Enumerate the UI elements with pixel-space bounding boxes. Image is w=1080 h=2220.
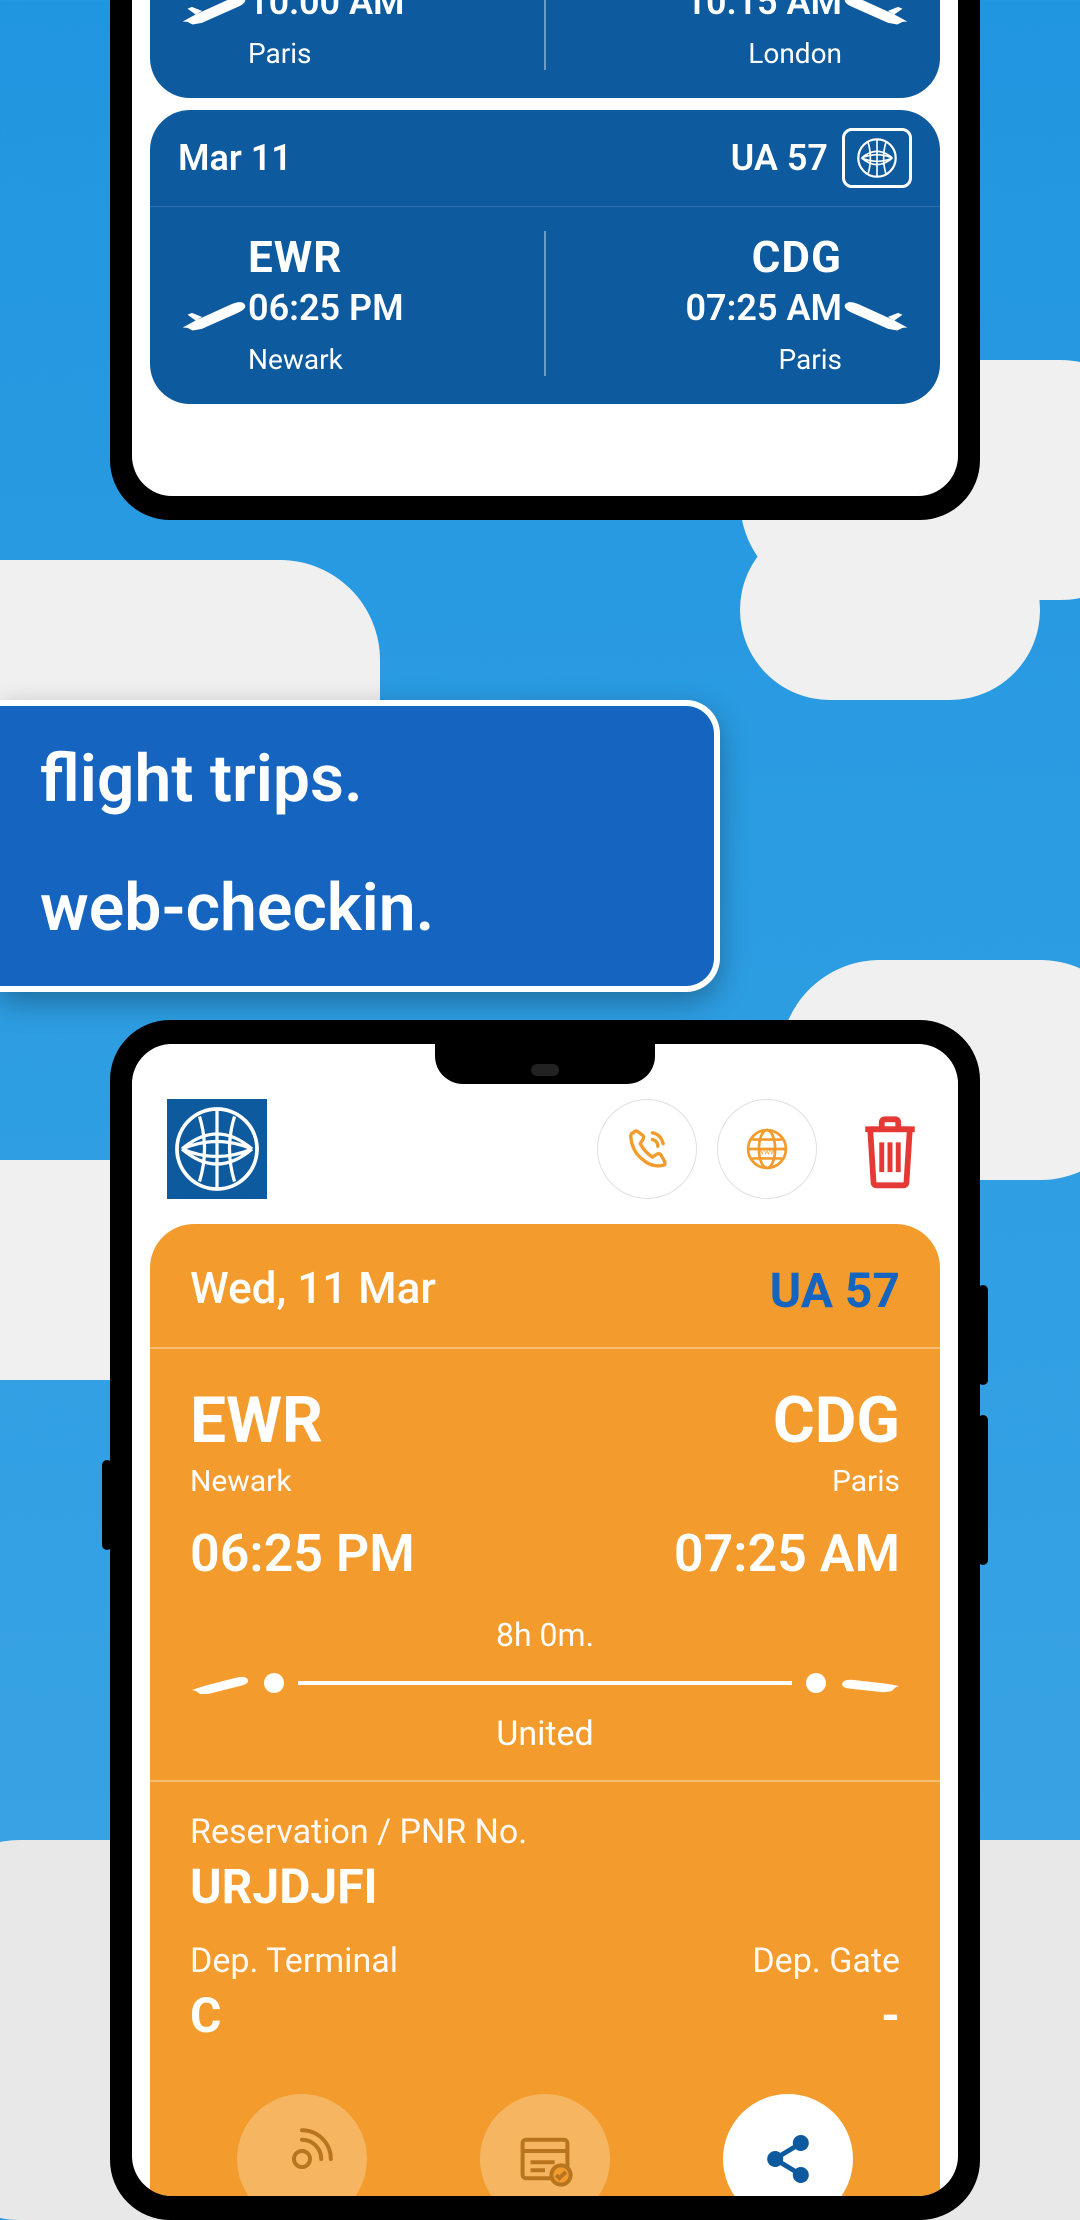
arrival-time: 07:25 AM xyxy=(685,287,842,329)
svg-text:www: www xyxy=(758,1146,776,1156)
call-button[interactable] xyxy=(597,1099,697,1199)
plane-landing-icon xyxy=(842,294,912,334)
flight-date: Mar 11 xyxy=(178,137,292,179)
dep-gate-label: Dep. Gate xyxy=(545,1941,900,1981)
flight-progress-track xyxy=(190,1666,900,1700)
phone-mockup-flights-list: Mar 03 U2 2432 easyJet CDG 10:00 AM Pari… xyxy=(110,0,980,520)
arrival-city: Paris xyxy=(779,343,843,376)
dep-terminal-value: C xyxy=(190,1987,545,2044)
flight-duration: 8h 0m. xyxy=(190,1616,900,1654)
divider xyxy=(544,0,546,70)
departure-time: 06:25 PM xyxy=(248,287,404,329)
share-button[interactable] xyxy=(723,2094,853,2196)
dep-gate-value: - xyxy=(545,1987,900,2044)
plane-takeoff-icon xyxy=(178,294,248,334)
detail-dep-time: 06:25 PM xyxy=(190,1523,415,1584)
phone-mockup-flight-detail: www Wed, 11 Mar UA 57 EWR Newark 06:25 P… xyxy=(110,1020,980,2220)
detail-dep-code: EWR xyxy=(190,1383,415,1458)
airline-name: United xyxy=(190,1714,900,1754)
phone-notch xyxy=(435,1044,655,1084)
pnr-value: URJDJFI xyxy=(190,1858,900,1915)
radar-button[interactable] xyxy=(237,2094,367,2196)
departure-city: Newark xyxy=(248,343,343,376)
plane-landing-icon xyxy=(840,1666,900,1700)
detail-arr-code: CDG xyxy=(674,1383,900,1458)
flight-number: UA 57 xyxy=(731,137,828,179)
departure-code: EWR xyxy=(248,231,342,283)
divider xyxy=(544,231,546,376)
departure-time: 10:00 AM xyxy=(248,0,405,23)
detail-flight-number: UA 57 xyxy=(770,1262,900,1319)
plane-takeoff-icon xyxy=(178,0,248,28)
departure-city: Paris xyxy=(248,37,312,70)
arrival-time: 10:15 AM xyxy=(685,0,842,23)
plane-landing-icon xyxy=(842,0,912,28)
dep-terminal-label: Dep. Terminal xyxy=(190,1941,545,1981)
arrival-code: CDG xyxy=(752,231,842,283)
detail-date: Wed, 11 Mar xyxy=(190,1262,436,1319)
web-checkin-button[interactable] xyxy=(480,2094,610,2196)
pnr-label: Reservation / PNR No. xyxy=(190,1812,900,1852)
united-logo-icon xyxy=(167,1099,267,1199)
plane-takeoff-icon xyxy=(190,1666,250,1700)
web-button[interactable]: www xyxy=(717,1099,817,1199)
detail-arr-time: 07:25 AM xyxy=(674,1523,900,1584)
marketing-callout: flight trips. web-checkin. xyxy=(0,700,720,992)
detail-arr-city: Paris xyxy=(674,1464,900,1499)
flight-card[interactable]: Mar 03 U2 2432 easyJet CDG 10:00 AM Pari… xyxy=(150,0,940,98)
arrival-city: London xyxy=(748,37,842,70)
flight-card[interactable]: Mar 11 UA 57 EWR 06:25 PM Newark CDG 07:… xyxy=(150,110,940,404)
detail-dep-city: Newark xyxy=(190,1464,415,1499)
marketing-line-2: web-checkin. xyxy=(40,869,674,948)
delete-button[interactable] xyxy=(857,1109,923,1189)
united-logo-icon xyxy=(842,128,912,188)
marketing-line-1: flight trips. xyxy=(40,740,674,819)
flight-detail-card: Wed, 11 Mar UA 57 EWR Newark 06:25 PM CD… xyxy=(150,1224,940,2196)
